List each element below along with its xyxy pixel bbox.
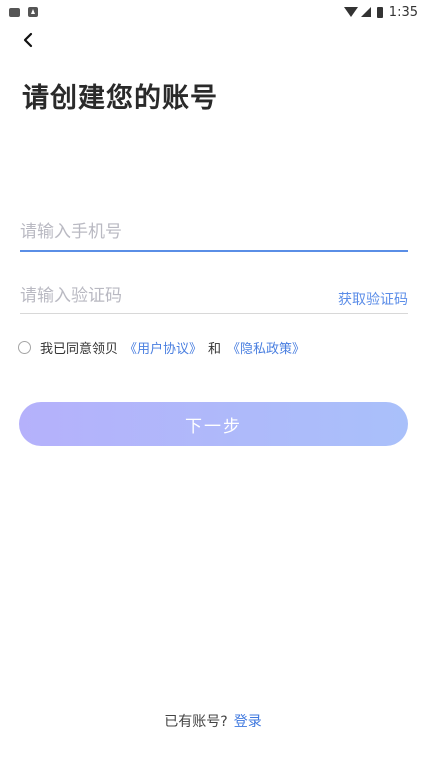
- privacy-policy-link[interactable]: 《隐私政策》: [227, 338, 305, 357]
- status-bar-right: 1:35: [343, 4, 418, 20]
- page-title: 请创建您的账号: [22, 83, 218, 114]
- app-notification-icon: [28, 7, 38, 17]
- status-bar: 1:35: [0, 0, 426, 24]
- notification-icon: [9, 7, 20, 17]
- phone-field: [20, 218, 408, 252]
- agreement-row: 我已同意领贝 《用户协议》 和 《隐私政策》: [18, 338, 311, 357]
- verification-code-input[interactable]: [20, 282, 310, 310]
- agreement-text: 我已同意领贝: [40, 342, 119, 357]
- battery-icon: [376, 6, 383, 18]
- next-step-button[interactable]: 下一步: [19, 402, 408, 446]
- get-code-button[interactable]: 获取验证码: [338, 289, 408, 309]
- signal-icon: [360, 7, 371, 17]
- phone-input[interactable]: [20, 218, 408, 246]
- login-link[interactable]: 登录: [234, 711, 262, 731]
- have-account-text: 已有账号?: [164, 714, 228, 730]
- status-time: 1:35: [388, 4, 418, 20]
- user-agreement-link[interactable]: 《用户协议》: [124, 338, 202, 357]
- status-bar-left: [9, 7, 38, 17]
- agreement-and-text: 和: [208, 342, 222, 357]
- agreement-checkbox[interactable]: [18, 341, 31, 354]
- wifi-icon: [343, 7, 358, 17]
- chevron-left-icon: [23, 32, 33, 48]
- verification-code-field: 获取验证码: [20, 282, 408, 314]
- back-button[interactable]: [16, 28, 40, 52]
- footer-login-prompt: 已有账号? 登录: [0, 711, 426, 731]
